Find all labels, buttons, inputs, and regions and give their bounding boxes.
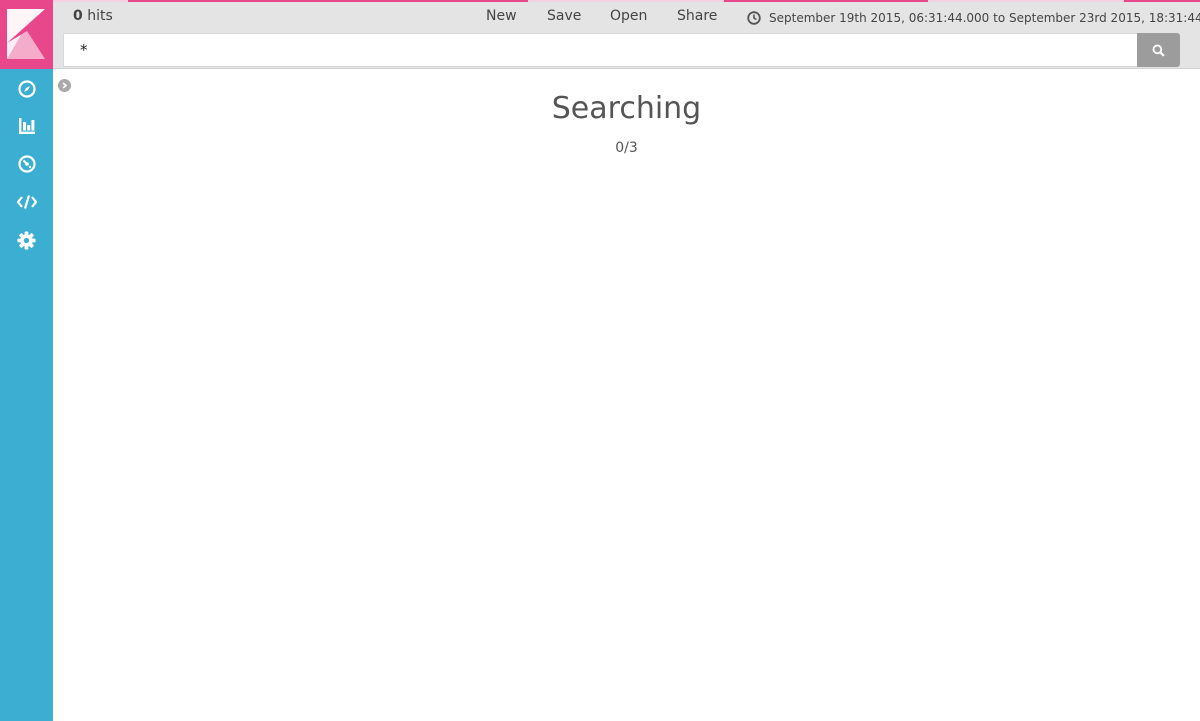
loading-progress-text: 0/3 bbox=[615, 140, 638, 156]
hit-count-label: hits bbox=[87, 8, 113, 24]
main-content: Searching 0/3 bbox=[53, 69, 1200, 721]
sidebar-item-dev-tools[interactable] bbox=[0, 183, 53, 221]
top-stripe-segment bbox=[928, 0, 1124, 2]
search-form bbox=[63, 33, 1180, 67]
sidebar bbox=[0, 0, 53, 721]
search-icon bbox=[1152, 44, 1165, 57]
top-stripe-segment bbox=[528, 0, 724, 2]
search-input[interactable] bbox=[63, 33, 1137, 67]
kibana-logo-icon bbox=[7, 9, 45, 59]
sidebar-item-settings[interactable] bbox=[0, 221, 53, 259]
sidebar-item-visualize[interactable] bbox=[0, 107, 53, 145]
top-stripe-segment bbox=[53, 0, 128, 2]
open-button[interactable]: Open bbox=[610, 8, 647, 24]
compass-icon bbox=[17, 80, 36, 98]
save-button[interactable]: Save bbox=[547, 8, 581, 24]
hit-count: 0 hits bbox=[73, 8, 113, 24]
gear-icon bbox=[17, 230, 36, 250]
new-button[interactable]: New bbox=[486, 8, 517, 24]
chevron-right-icon bbox=[62, 82, 68, 89]
hit-count-number: 0 bbox=[73, 8, 83, 24]
clock-icon bbox=[747, 11, 761, 25]
code-icon bbox=[16, 195, 37, 209]
share-button[interactable]: Share bbox=[677, 8, 717, 24]
time-range-text: September 19th 2015, 06:31:44.000 to Sep… bbox=[769, 11, 1200, 25]
top-nav-bar: 0 hits New Save Open Share September 19t… bbox=[53, 0, 1200, 69]
sidebar-item-discover[interactable] bbox=[0, 70, 53, 108]
dashboard-gauge-icon bbox=[17, 155, 36, 173]
sidebar-item-dashboard[interactable] bbox=[0, 145, 53, 183]
loading-status-title: Searching bbox=[551, 91, 702, 126]
time-range-picker[interactable]: September 19th 2015, 06:31:44.000 to Sep… bbox=[747, 8, 1200, 28]
bar-chart-icon bbox=[18, 118, 35, 134]
kibana-logo[interactable] bbox=[0, 0, 53, 69]
search-button[interactable] bbox=[1137, 33, 1180, 67]
